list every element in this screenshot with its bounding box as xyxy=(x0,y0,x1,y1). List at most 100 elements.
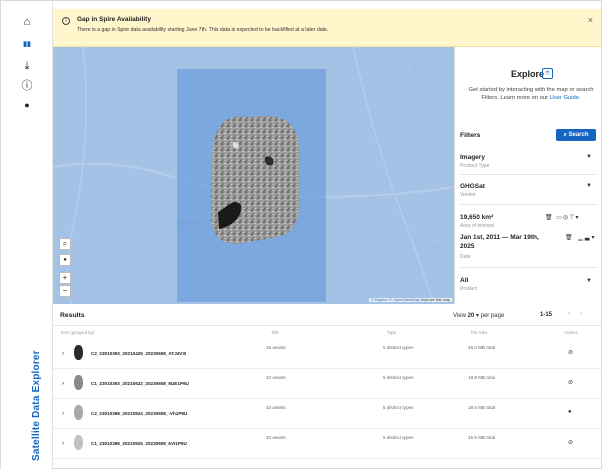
explore-help-button[interactable]: ⌾ xyxy=(542,68,553,79)
chevron-down-icon[interactable]: ▾ xyxy=(592,235,597,241)
filter-product-label: Product xyxy=(460,286,478,292)
filter-product-value[interactable]: All xyxy=(460,277,468,284)
thumbnail xyxy=(74,375,83,390)
osm-link[interactable]: © OpenStreetMap xyxy=(389,298,420,302)
results-title: Results xyxy=(60,312,85,319)
search-icon[interactable]: ⌕ xyxy=(59,238,71,250)
page-size-control[interactable]: View 20 ▾ per page xyxy=(453,312,504,319)
banner-text: There is a gap in Spire data availabilit… xyxy=(77,27,329,33)
visible-icon[interactable]: ● xyxy=(568,409,572,415)
map-place-label: Secunda xyxy=(179,221,201,227)
table-row[interactable]: › C2_23010393_20210425_20230608_ATJ4V3I … xyxy=(53,339,601,369)
column-header-item: Item (grouped by) xyxy=(61,330,95,335)
row-type: 5 distinct types xyxy=(383,345,414,350)
improve-map-link[interactable]: Improve this map xyxy=(421,298,450,302)
satellite-footprint[interactable] xyxy=(53,47,454,304)
home-icon[interactable]: ⌂ xyxy=(1,13,53,31)
page-range: 1-15 xyxy=(540,312,553,318)
left-rail: ⌂ ▮▮ ⤓ ⓘ ● Satellite Data Explorer xyxy=(1,1,53,470)
banner-title: Gap in Spire Availability xyxy=(77,16,151,23)
row-title: 10 assets xyxy=(266,435,286,440)
divider xyxy=(460,267,597,268)
page-size-value[interactable]: 20 xyxy=(468,313,475,319)
mapbox-link[interactable]: © Mapbox xyxy=(371,298,388,302)
filter-product-type-value[interactable]: Imagery xyxy=(460,154,485,161)
row-type: 5 distinct types xyxy=(383,405,414,410)
row-title: 10 assets xyxy=(266,375,286,380)
view-label: View xyxy=(453,313,466,319)
search-button[interactable]: ⌕ Search xyxy=(556,129,596,141)
info-icon: i xyxy=(62,17,70,25)
row-name[interactable]: C2_23010393_20210425_20230608_ATJ4V3I xyxy=(91,351,186,356)
user-guide-link[interactable]: User Guide xyxy=(550,95,579,101)
explore-description: Get started by interacting with the map … xyxy=(467,86,595,102)
zoom-in-button[interactable]: + xyxy=(59,272,71,284)
chevron-right-icon[interactable]: › xyxy=(62,440,64,447)
thumbnail xyxy=(74,405,83,420)
chevron-down-icon[interactable]: ▾ xyxy=(575,215,579,221)
chevron-down-icon[interactable]: ▼ xyxy=(586,154,592,160)
filter-date-label: Date xyxy=(460,254,471,260)
filter-date-value[interactable]: Jan 1st, 2011 — Mar 19th, 2025 xyxy=(460,233,548,251)
filter-vendor-label: Vendor xyxy=(460,192,476,198)
filter-vendor-value[interactable]: GHGSat xyxy=(460,183,485,190)
delete-icon[interactable]: 🗑 xyxy=(545,215,554,221)
row-size: 18.8 MB total xyxy=(468,375,496,380)
histogram-icon[interactable]: ▁▃ xyxy=(578,235,591,241)
info-icon[interactable]: ⓘ xyxy=(1,76,53,94)
row-name[interactable]: C2_23010398_20210924_20230608_-Vh1P9U xyxy=(91,411,187,416)
explore-title: Explore xyxy=(511,69,545,79)
user-icon[interactable]: ● xyxy=(1,96,53,114)
app-frame: ⌂ ▮▮ ⤓ ⓘ ● Satellite Data Explorer i Gap… xyxy=(0,0,602,470)
column-header-title: Title xyxy=(271,330,279,335)
chevron-down-icon[interactable]: ▼ xyxy=(586,183,592,189)
column-header-type: Type xyxy=(387,330,397,335)
notice-banner: i Gap in Spire Availability There is a g… xyxy=(53,9,601,47)
row-size: 15.5 MB total xyxy=(468,435,496,440)
download-icon[interactable]: ⤓ xyxy=(1,57,53,75)
table-row[interactable]: › C2_23010398_20210924_20230608_-Vh1P9U … xyxy=(53,399,601,429)
chevron-down-icon[interactable]: ▼ xyxy=(586,278,592,284)
chevron-down-icon[interactable]: ▾ xyxy=(476,313,479,319)
search-button-label: Search xyxy=(568,132,589,138)
filter-aoi-value[interactable]: 19,650 km² xyxy=(460,214,493,221)
row-type: 5 distinct types xyxy=(383,375,414,380)
delete-icon[interactable]: 🗑 xyxy=(565,235,575,241)
zoom-out-button[interactable]: − xyxy=(59,285,71,297)
aoi-tools[interactable]: 🗑 ▭◎⊤▾ xyxy=(545,214,579,221)
app-title: Satellite Data Explorer xyxy=(31,350,42,461)
chevron-right-icon[interactable]: › xyxy=(62,410,64,417)
explore-panel: Explore ⌾ Get started by interacting wit… xyxy=(454,47,601,304)
filters-title: Filters xyxy=(460,132,481,139)
divider xyxy=(460,204,597,205)
map-view[interactable]: Secunda ⌕ ● + − © Mapbox © OpenStreetMap… xyxy=(53,47,454,304)
layers-icon[interactable]: ● xyxy=(59,254,71,266)
row-size: 18.6 MB total xyxy=(468,405,496,410)
row-title: 16 assets xyxy=(266,345,286,350)
date-tools[interactable]: 🗑 ▁▃▾ xyxy=(565,234,597,241)
hidden-icon[interactable]: ⊘ xyxy=(568,379,573,386)
results-toolbar: Results View 20 ▾ per page 1-15 ‹› xyxy=(53,304,601,326)
chevron-left-icon[interactable]: ‹ xyxy=(568,311,580,317)
draw-box-icon[interactable]: ▭ xyxy=(556,215,563,221)
table-row[interactable]: › C1_23010398_20210925_20230608_6VI1P9U … xyxy=(53,429,601,459)
row-name[interactable]: C1_23010398_20210925_20230608_6VI1P9U xyxy=(91,441,187,446)
chevron-right-icon[interactable]: › xyxy=(62,380,64,387)
hidden-icon[interactable]: ⊘ xyxy=(568,439,573,446)
row-size: 46.0 MB total xyxy=(468,345,496,350)
row-name[interactable]: C1_23010393_20210622_20230608_6UE1P9U xyxy=(91,381,189,386)
close-icon[interactable]: × xyxy=(588,15,593,25)
map-icon[interactable]: ▮▮ xyxy=(1,35,53,53)
per-page-label: per page xyxy=(480,313,505,319)
thumbnail xyxy=(74,345,83,360)
row-type: 5 distinct types xyxy=(383,435,414,440)
chevron-right-icon[interactable]: › xyxy=(62,350,64,357)
pager[interactable]: ‹› xyxy=(568,311,592,317)
row-title: 10 assets xyxy=(266,405,286,410)
table-row[interactable]: › C1_23010393_20210622_20230608_6UE1P9U … xyxy=(53,369,601,399)
chevron-right-icon[interactable]: › xyxy=(580,311,592,317)
hidden-icon[interactable]: ⊘ xyxy=(568,349,573,356)
filter-product-type-label: Product Type xyxy=(460,163,490,169)
column-header-size: File Size xyxy=(471,330,488,335)
divider xyxy=(460,174,597,175)
